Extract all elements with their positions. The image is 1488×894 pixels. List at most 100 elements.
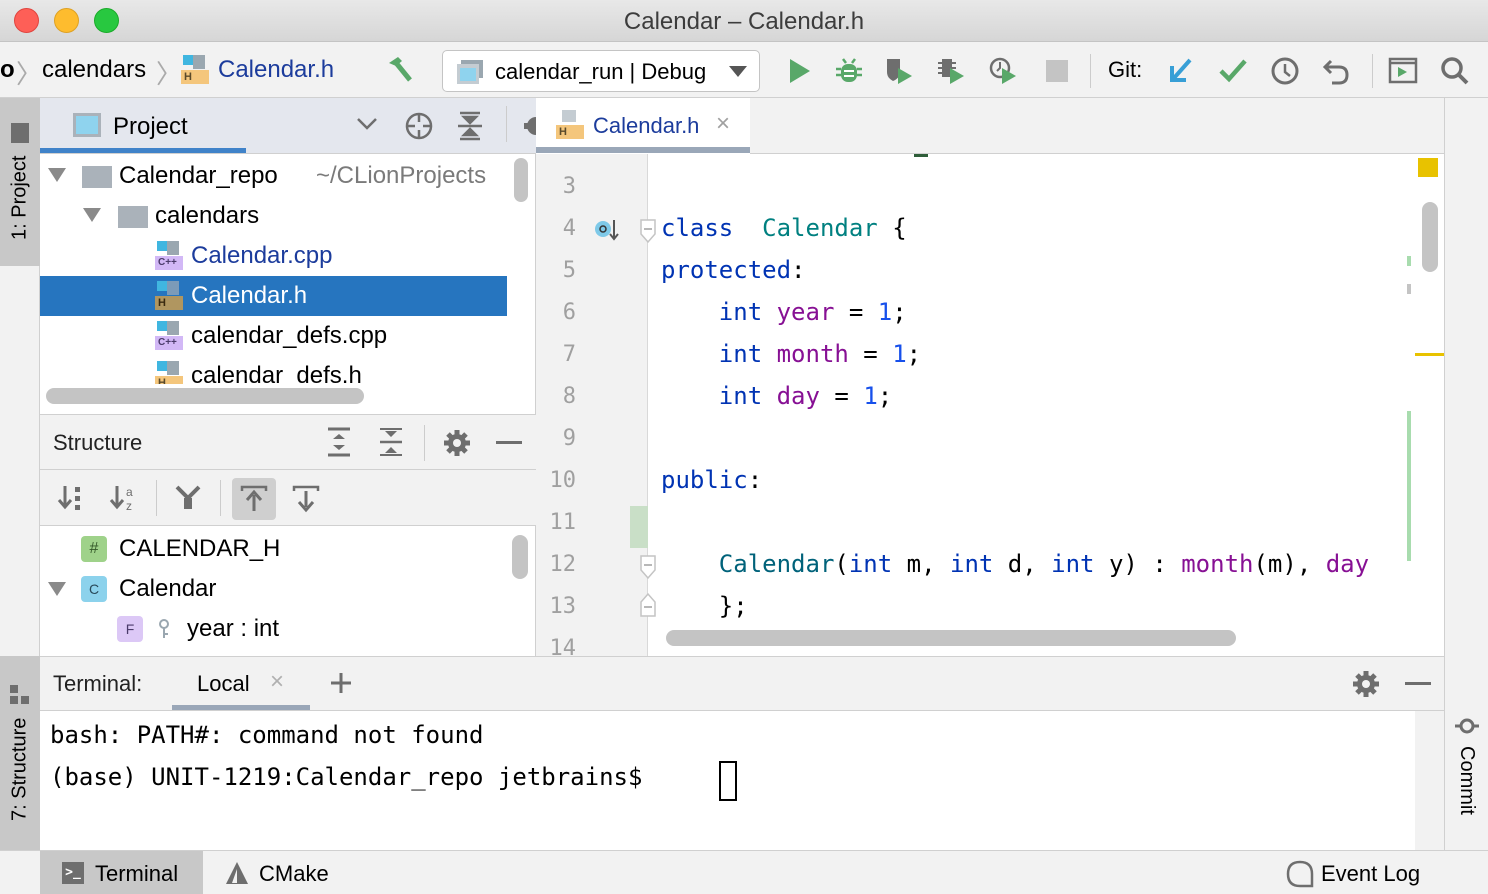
commit-tool-tab[interactable]: Commit <box>1445 708 1488 838</box>
folder-icon <box>118 206 148 228</box>
new-tab-plus-icon[interactable] <box>330 672 352 694</box>
code-line[interactable]: public: <box>661 466 762 494</box>
gear-icon[interactable] <box>522 113 536 139</box>
code-token: day <box>776 382 820 410</box>
code-line[interactable]: int day = 1; <box>661 382 892 410</box>
terminal-tool-button[interactable]: >_ Terminal <box>40 851 203 894</box>
code-token: 1 <box>863 382 878 410</box>
search-icon[interactable] <box>1440 56 1470 86</box>
fold-icon[interactable] <box>639 554 657 580</box>
show-inherited-icon[interactable] <box>174 484 202 512</box>
vertical-scrollbar[interactable] <box>512 535 528 579</box>
terminal-tab-local[interactable]: Local × <box>172 657 324 711</box>
gear-icon[interactable] <box>443 429 471 457</box>
event-log-button[interactable]: Event Log <box>1286 851 1436 894</box>
locate-icon[interactable] <box>404 111 434 141</box>
gear-icon[interactable] <box>1352 670 1380 698</box>
play-icon[interactable] <box>784 56 814 86</box>
scroll-from-source-icon[interactable] <box>292 485 320 513</box>
git-label: Git: <box>1108 57 1143 82</box>
run-configuration-dropdown[interactable]: calendar_run | Debug <box>442 50 760 92</box>
update-arrow-icon[interactable] <box>1166 56 1196 86</box>
project-tool-tab[interactable]: 1: Project <box>0 98 40 266</box>
code-line[interactable]: Calendar(int m, int d, int y) : month(m)… <box>661 550 1369 578</box>
sort-alphabetically-icon[interactable]: az <box>108 484 138 512</box>
code-token: : <box>747 466 763 494</box>
project-view-title[interactable]: Project <box>113 113 188 141</box>
expand-arrow-icon[interactable] <box>83 208 101 222</box>
autoscroll-to-source-button[interactable] <box>232 478 276 520</box>
code-token: int <box>718 340 763 368</box>
breadcrumb-calendar-h[interactable]: Calendar.h <box>218 56 334 84</box>
code-token: (m), <box>1253 550 1326 578</box>
horizontal-scrollbar[interactable] <box>666 630 1236 646</box>
code-line[interactable]: int year = 1; <box>661 298 907 326</box>
code-line[interactable]: protected: <box>661 256 806 284</box>
tree-item-calendar-h[interactable]: H Calendar.h <box>40 276 507 316</box>
stop-icon[interactable] <box>1042 56 1072 86</box>
sort-by-visibility-icon[interactable] <box>56 484 84 512</box>
field-icon: F <box>117 616 143 642</box>
tree-item-calendars[interactable]: calendars <box>40 196 507 236</box>
code-token: = <box>848 340 893 368</box>
code-line[interactable]: class Calendar { <box>661 214 907 242</box>
collapse-all-icon[interactable] <box>378 427 404 457</box>
vertical-scrollbar[interactable] <box>1422 202 1438 272</box>
undo-icon[interactable] <box>1322 56 1352 86</box>
structure-tool-tab[interactable]: 7: Structure <box>0 656 40 850</box>
breadcrumb-overflow[interactable]: o <box>0 56 15 84</box>
line-number: 4 <box>562 216 576 241</box>
tree-item-calendar-cpp[interactable]: C++ Calendar.cpp <box>40 236 507 276</box>
valgrind-icon[interactable] <box>936 56 966 86</box>
project-view-icon <box>73 113 101 137</box>
project-panel-header: Project <box>40 98 536 154</box>
unfold-end-icon[interactable] <box>639 592 657 618</box>
title-bar: Calendar – Calendar.h <box>0 0 1488 42</box>
code-line[interactable]: }; <box>661 592 748 620</box>
structure-item-calendar-h-macro[interactable]: # CALENDAR_H <box>40 529 507 569</box>
presentation-icon[interactable] <box>1388 56 1418 86</box>
change-marker[interactable] <box>1407 411 1411 561</box>
collapse-all-icon[interactable] <box>456 111 484 141</box>
breadcrumb-calendars[interactable]: calendars <box>42 56 146 84</box>
code-token: Calendar <box>718 550 835 578</box>
expand-all-icon[interactable] <box>326 427 352 457</box>
navigation-toolbar: o 〉 calendars 〉 H Calendar.h calendar_ru… <box>0 42 1488 98</box>
cmake-tool-button[interactable]: CMake <box>225 851 355 894</box>
terminal-scroll-area[interactable] <box>1415 711 1444 851</box>
code-line[interactable]: int month = 1; <box>661 340 921 368</box>
coverage-icon[interactable] <box>884 56 914 86</box>
structure-item-year-field[interactable]: F year : int <box>40 609 507 649</box>
active-tab-underline <box>172 705 310 710</box>
expand-arrow-icon[interactable] <box>48 582 66 596</box>
breadcrumb-separator: 〉 <box>16 59 43 89</box>
bug-icon[interactable] <box>834 56 864 86</box>
warning-marker[interactable] <box>1415 353 1444 356</box>
tree-item-calendar-defs-cpp[interactable]: C++ calendar_defs.cpp <box>40 316 507 356</box>
chevron-down-icon[interactable] <box>356 117 378 131</box>
checkmark-icon[interactable] <box>1218 56 1248 86</box>
structure-item-calendar-class[interactable]: C Calendar <box>40 569 507 609</box>
tree-item-calendar-defs-h[interactable]: H calendar_defs.h <box>40 356 507 384</box>
horizontal-scrollbar[interactable] <box>46 388 364 404</box>
clock-icon[interactable] <box>1270 56 1300 86</box>
minimize-icon[interactable] <box>1405 682 1431 685</box>
code-token: ; <box>906 340 922 368</box>
expand-arrow-icon[interactable] <box>48 168 66 182</box>
terminal-output[interactable]: bash: PATH#: command not found (base) UN… <box>40 711 1415 851</box>
minimize-icon[interactable] <box>496 441 522 444</box>
override-marker-icon[interactable] <box>594 216 622 244</box>
code-token: Calendar <box>762 214 878 242</box>
close-tab-icon[interactable]: × <box>270 668 284 696</box>
class-icon: C <box>81 576 107 602</box>
change-marker[interactable] <box>1407 284 1411 294</box>
inspection-status-indicator[interactable] <box>1418 158 1438 177</box>
profiler-icon[interactable] <box>988 56 1018 86</box>
vertical-scrollbar[interactable] <box>514 158 528 202</box>
fold-icon[interactable] <box>639 218 657 244</box>
tree-item-calendar-repo[interactable]: Calendar_repo ~/CLionProjects <box>40 156 507 196</box>
hammer-icon[interactable] <box>386 54 416 84</box>
change-marker[interactable] <box>1407 256 1411 266</box>
